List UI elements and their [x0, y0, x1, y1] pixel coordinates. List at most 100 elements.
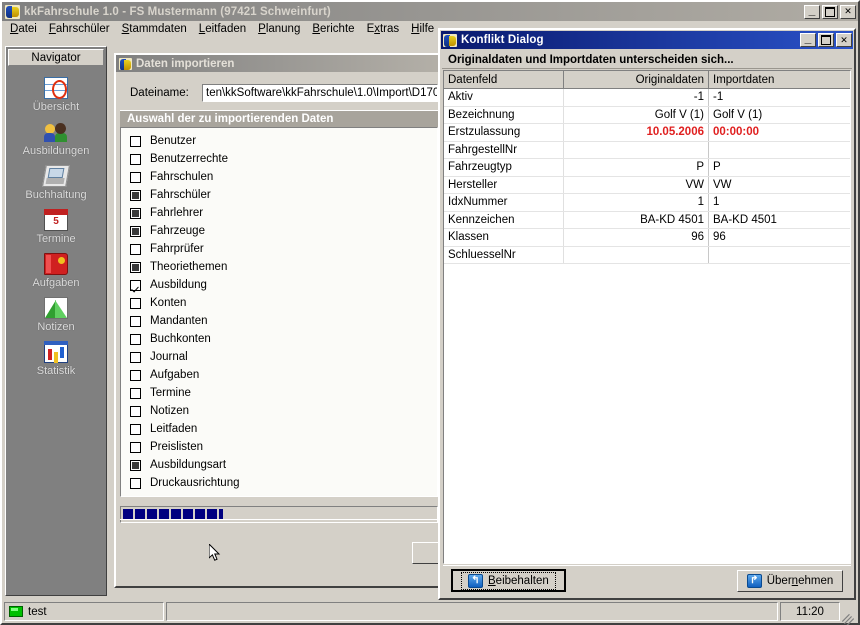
maximize-icon	[823, 6, 837, 18]
checkbox-row[interactable]: Fahrprüfer	[121, 240, 437, 258]
checkbox-label: Ausbildungsart	[150, 459, 227, 471]
checkbox-row[interactable]: Konten	[121, 294, 437, 312]
checkbox[interactable]	[130, 405, 141, 417]
checkbox-row[interactable]: Termine	[121, 384, 437, 402]
app-icon	[119, 57, 132, 70]
checkbox-row[interactable]: Fahrschulen	[121, 168, 437, 186]
checkbox-row[interactable]: Journal	[121, 348, 437, 366]
checkbox[interactable]	[130, 171, 141, 183]
cell-field: SchluesselNr	[444, 246, 564, 263]
menu-hilfe[interactable]: Hilfe	[405, 22, 440, 36]
menu-datei[interactable]: DDateiatei	[4, 22, 43, 36]
cell-original: Golf V (1)	[564, 106, 709, 123]
resize-grip[interactable]	[842, 607, 856, 621]
table-row[interactable]: Bezeichnung Golf V (1) Golf V (1)	[444, 106, 850, 124]
checkbox-row[interactable]: Preislisten	[121, 438, 437, 456]
checkbox-row[interactable]: Buchkonten	[121, 330, 437, 348]
checkbox-row[interactable]: Ausbildungsart	[121, 456, 437, 474]
checkbox-label: Ausbildung	[150, 279, 207, 291]
statusbar-message-pane	[166, 602, 778, 621]
table-row[interactable]: Aktiv -1 -1	[444, 89, 850, 107]
nav-item-ausbildungen[interactable]: Ausbildungen	[8, 121, 104, 157]
menu-stammdaten[interactable]: Stammdaten	[116, 22, 193, 36]
close-icon: ✕	[844, 6, 852, 16]
checkbox-row[interactable]: Fahrlehrer	[121, 204, 437, 222]
menu-extras[interactable]: Extras	[361, 22, 406, 36]
section-header: Auswahl der zu importierenden Daten	[120, 110, 438, 127]
menu-fahrschueler[interactable]: Fahrschüler	[43, 22, 116, 36]
checkbox[interactable]	[130, 351, 141, 363]
grid-header-row: Datenfeld Originaldaten Importdaten	[444, 71, 850, 89]
uebernehmen-label: Übernehmen	[766, 574, 834, 587]
checkbox-row[interactable]: Druckausrichtung	[121, 474, 437, 492]
checkbox-row[interactable]: Fahrschüler	[121, 186, 437, 204]
checkbox-row[interactable]: Aufgaben	[121, 366, 437, 384]
table-row[interactable]: Hersteller VW VW	[444, 176, 850, 194]
close-button[interactable]: ✕	[840, 4, 856, 19]
checkbox[interactable]	[130, 441, 141, 453]
table-row[interactable]: Erstzulassung 10.05.2006 00:00:00	[444, 124, 850, 142]
checkbox-row[interactable]: Benutzerrechte	[121, 150, 437, 168]
checkbox[interactable]	[130, 207, 141, 219]
checkbox-row[interactable]: Theoriethemen	[121, 258, 437, 276]
checkbox[interactable]	[130, 189, 141, 201]
checkbox[interactable]	[130, 387, 141, 399]
cell-original	[564, 141, 709, 158]
konflikt-grid[interactable]: Datenfeld Originaldaten Importdaten Akti…	[443, 70, 851, 564]
checkbox[interactable]	[130, 333, 141, 345]
checkbox[interactable]	[130, 315, 141, 327]
checkbox[interactable]	[130, 225, 141, 237]
import-checkbox-list[interactable]: Benutzer Benutzerrechte Fahrschulen Fahr…	[120, 127, 438, 497]
checkbox[interactable]	[130, 423, 141, 435]
table-row[interactable]: FahrgestellNr	[444, 141, 850, 159]
cell-import: VW	[713, 178, 732, 191]
cell-original: 1	[564, 194, 709, 211]
checkbox[interactable]	[130, 369, 141, 381]
table-row[interactable]: Klassen 96 96	[444, 229, 850, 247]
table-row[interactable]: Fahrzeugtyp P P	[444, 159, 850, 177]
checkbox-row[interactable]: Mandanten	[121, 312, 437, 330]
checkbox-row[interactable]: Ausbildung	[121, 276, 437, 294]
checkbox-row[interactable]: Notizen	[121, 402, 437, 420]
import-window-title: Daten importieren	[136, 57, 235, 70]
checkbox[interactable]	[130, 243, 141, 255]
checkbox[interactable]	[130, 279, 141, 291]
nav-item-uebersicht[interactable]: Übersicht	[8, 77, 104, 113]
uebernehmen-button[interactable]: ↱ Übernehmen	[737, 569, 843, 592]
konflikt-dialog-buttons: ↰ Beibehalten ↱ Übernehmen	[443, 565, 851, 595]
navigator-header[interactable]: Navigator	[8, 49, 104, 66]
checkbox[interactable]	[130, 477, 141, 489]
nav-item-buchhaltung[interactable]: Buchhaltung	[8, 165, 104, 201]
menu-planung[interactable]: Planung	[252, 22, 306, 36]
column-header-originaldaten[interactable]: Originaldaten	[564, 71, 709, 88]
maximize-button[interactable]	[822, 4, 838, 19]
main-titlebar: kkFahrschule 1.0 - FS Mustermann (97421 …	[2, 2, 858, 21]
checkbox-row[interactable]: Benutzer	[121, 132, 437, 150]
filename-input[interactable]: ten\kkSoftware\kkFahrschule\1.0\Import\D…	[202, 84, 438, 102]
nav-item-statistik[interactable]: Statistik	[8, 341, 104, 377]
checkbox[interactable]	[130, 459, 141, 471]
checkbox[interactable]	[130, 261, 141, 273]
cell-field: Hersteller	[444, 176, 564, 193]
dialog-maximize-button[interactable]	[818, 33, 834, 47]
checkbox-row[interactable]: Leitfaden	[121, 420, 437, 438]
checkbox-row[interactable]: Fahrzeuge	[121, 222, 437, 240]
menu-berichte[interactable]: Berichte	[306, 22, 360, 36]
nav-item-termine[interactable]: Termine	[8, 209, 104, 245]
table-row[interactable]: Kennzeichen BA-KD 4501 BA-KD 4501	[444, 211, 850, 229]
checkbox[interactable]	[130, 135, 141, 147]
checkbox[interactable]	[130, 153, 141, 165]
cell-import	[709, 142, 850, 159]
table-row[interactable]: SchluesselNr	[444, 246, 850, 264]
menu-leitfaden[interactable]: Leitfaden	[193, 22, 252, 36]
nav-item-notizen[interactable]: Notizen	[8, 297, 104, 333]
dialog-close-button[interactable]: ✕	[836, 33, 852, 47]
column-header-datenfeld[interactable]: Datenfeld	[444, 71, 564, 88]
nav-item-aufgaben[interactable]: Aufgaben	[8, 253, 104, 289]
table-row[interactable]: IdxNummer 1 1	[444, 194, 850, 212]
beibehalten-button[interactable]: ↰ Beibehalten	[451, 569, 566, 592]
dialog-minimize-button[interactable]: _	[800, 32, 816, 47]
checkbox[interactable]	[130, 297, 141, 309]
minimize-button[interactable]: _	[804, 4, 820, 19]
column-header-importdaten[interactable]: Importdaten	[709, 71, 850, 88]
